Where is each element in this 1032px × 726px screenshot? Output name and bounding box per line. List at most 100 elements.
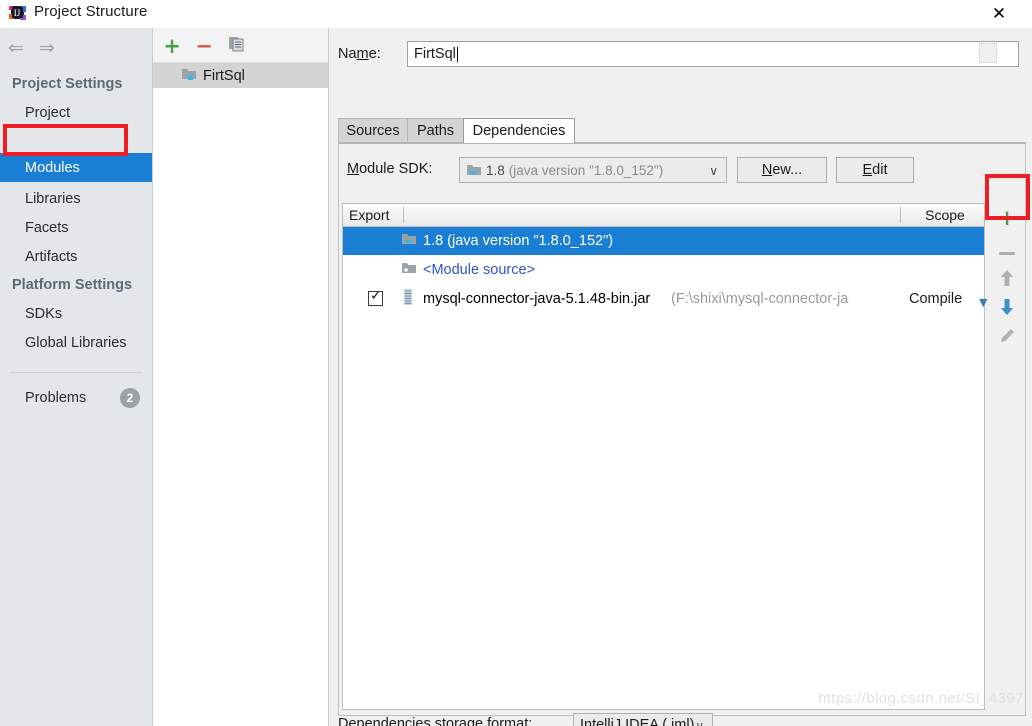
dependencies-panel: Module SDK: 1.8 (java version "1.8.0_152… (338, 144, 1026, 716)
sidebar-item-label: Global Libraries (25, 335, 127, 351)
sdk-detail: (java version "1.8.0_152") (508, 162, 664, 178)
forward-arrow-icon[interactable]: ⇒ (37, 39, 57, 58)
settings-sidebar: ⇐ ⇒ Project Settings Project Modules Lib… (0, 28, 153, 726)
tab-dependencies[interactable]: Dependencies (463, 118, 575, 143)
minus-icon (999, 242, 1015, 260)
column-header-export: Export (349, 207, 390, 223)
tab-sources[interactable]: Sources (338, 118, 408, 143)
name-label: Name: (338, 46, 381, 62)
edit-sdk-button[interactable]: Edit (836, 157, 914, 183)
dependencies-side-toolbar: + (989, 203, 1025, 383)
section-heading-project-settings: Project Settings (12, 76, 123, 92)
copy-icon (228, 35, 245, 57)
intellij-idea-icon: IJ (9, 5, 26, 22)
remove-dependency-button[interactable] (989, 236, 1025, 266)
module-folder-icon (181, 67, 197, 85)
name-input[interactable]: FirtSql (407, 41, 1019, 67)
dependency-name: <Module source> (423, 262, 536, 278)
storage-format-value: IntelliJ IDEA (.iml) (580, 717, 695, 726)
new-sdk-button[interactable]: New... (737, 157, 827, 183)
dependency-name: 1.8 (java version "1.8.0_152") (423, 233, 614, 249)
sidebar-item-label: Project (25, 105, 71, 121)
module-source-icon (401, 261, 417, 279)
export-checkbox[interactable]: ✓ (368, 288, 383, 306)
copy-module-button[interactable] (225, 35, 247, 57)
watermark: https://blog.csdn.net/SI_4397 (818, 690, 1024, 707)
title-bar: IJ Project Structure ✕ (0, 0, 1032, 29)
module-sdk-select[interactable]: 1.8 (java version "1.8.0_152") ∨ (459, 157, 727, 183)
minus-icon: − (195, 34, 213, 58)
sdk-folder-icon (401, 232, 417, 250)
pencil-icon (998, 327, 1016, 350)
header-divider[interactable] (900, 207, 901, 223)
name-input-value: FirtSql (414, 46, 456, 62)
problems-count-badge: 2 (120, 388, 140, 408)
table-row[interactable]: ✓ mysql-connector-java-5.1.48-bin.jar (F… (343, 285, 987, 313)
sidebar-item-modules[interactable]: Modules (0, 153, 152, 182)
storage-format-row: Dependencies storage format: IntelliJ ID… (338, 713, 1032, 726)
storage-format-label: Dependencies storage format: (338, 716, 533, 726)
sidebar-item-sdks[interactable]: SDKs (0, 300, 152, 328)
checkmark-icon: ✓ (370, 288, 382, 304)
dependencies-table-body: 1.8 (java version "1.8.0_152") <Module s… (342, 227, 987, 710)
text-caret (456, 46, 458, 62)
table-row[interactable]: 1.8 (java version "1.8.0_152") (343, 227, 984, 255)
dependencies-table-header: Export Scope (342, 203, 985, 227)
tab-paths[interactable]: Paths (407, 118, 464, 143)
modules-toolbar: + − (153, 28, 328, 63)
section-heading-platform-settings: Platform Settings (12, 277, 133, 293)
sdk-folder-icon (466, 163, 482, 177)
sidebar-item-global-libraries[interactable]: Global Libraries (0, 329, 152, 357)
sidebar-divider (10, 372, 142, 373)
back-arrow-icon[interactable]: ⇐ (6, 39, 26, 58)
table-row[interactable]: <Module source> (343, 256, 984, 284)
sidebar-item-artifacts[interactable]: Artifacts (0, 243, 152, 271)
svg-text:IJ: IJ (14, 8, 21, 18)
edit-dependency-button[interactable] (989, 323, 1025, 353)
move-down-button[interactable] (989, 294, 1025, 324)
sidebar-item-project[interactable]: Project (0, 99, 152, 127)
project-structure-dialog: IJ Project Structure ✕ ⇐ ⇒ Project Setti… (0, 0, 1032, 726)
add-dependency-button[interactable]: + (989, 203, 1025, 233)
window-title: Project Structure (34, 3, 148, 20)
move-up-button[interactable] (989, 265, 1025, 295)
dependency-name: mysql-connector-java-5.1.48-bin.jar (423, 291, 651, 307)
sidebar-item-label: Problems (25, 390, 87, 406)
module-sdk-row: Module SDK: 1.8 (java version "1.8.0_152… (347, 157, 947, 183)
plus-icon: + (998, 206, 1016, 230)
sdk-version: 1.8 (486, 162, 505, 178)
dependency-scope[interactable]: Compile (909, 291, 962, 307)
remove-module-button[interactable]: − (193, 35, 215, 57)
tab-label: Sources (346, 123, 400, 139)
storage-format-select[interactable]: IntelliJ IDEA (.iml) ∨ (573, 713, 713, 726)
sidebar-item-label: Artifacts (25, 249, 78, 265)
column-header-scope: Scope (925, 207, 965, 223)
panel-scrollbar[interactable] (979, 43, 997, 63)
sidebar-item-libraries[interactable]: Libraries (0, 185, 152, 213)
navigation-arrows: ⇐ ⇒ (0, 34, 152, 62)
sidebar-item-label: Facets (25, 220, 69, 236)
sidebar-item-label: Modules (25, 159, 80, 176)
add-module-button[interactable]: + (161, 35, 183, 57)
tab-label: Paths (416, 123, 455, 139)
module-list-item[interactable]: FirtSql (153, 63, 328, 88)
module-name: FirtSql (203, 67, 245, 84)
module-detail-pane: Name: FirtSql Sources Paths Dependencies… (329, 28, 1032, 726)
arrow-up-icon (999, 269, 1015, 292)
tab-label: Dependencies (472, 123, 566, 139)
chevron-down-icon: ∨ (709, 164, 718, 178)
dependency-path: (F:\shixi\mysql-connector-ja (671, 291, 849, 307)
module-name-row: Name: FirtSql (338, 41, 1026, 69)
plus-icon: + (163, 34, 181, 58)
header-divider[interactable] (403, 207, 404, 223)
dependencies-table: Export Scope 1.8 (java version "1.8.0_15… (342, 203, 987, 710)
jar-icon (401, 289, 415, 309)
chevron-down-icon[interactable]: ▼ (979, 296, 987, 309)
close-icon[interactable]: ✕ (976, 0, 1022, 28)
chevron-down-icon: ∨ (695, 719, 704, 726)
module-tabs: Sources Paths Dependencies (338, 118, 1026, 143)
sidebar-item-label: SDKs (25, 306, 63, 322)
modules-list-panel: + − FirtSql (153, 28, 329, 726)
sidebar-item-facets[interactable]: Facets (0, 214, 152, 242)
arrow-down-icon (999, 298, 1015, 321)
